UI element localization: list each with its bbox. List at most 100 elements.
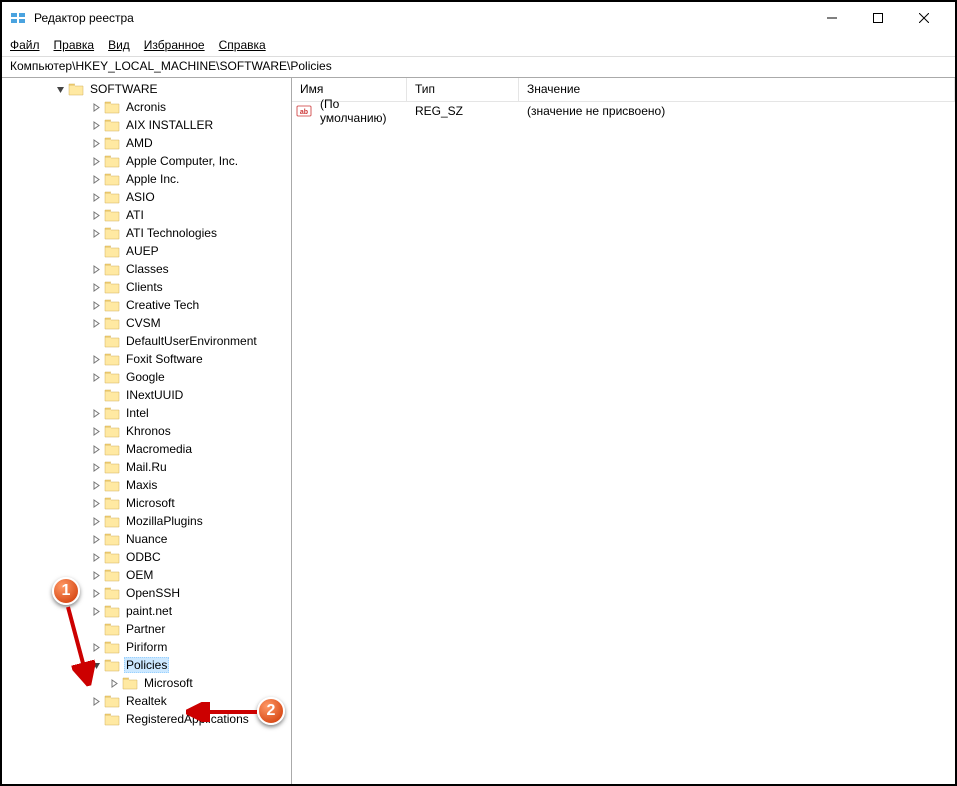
tree-node-oem[interactable]: OEM bbox=[2, 566, 291, 584]
tree-node-microsoft[interactable]: Microsoft bbox=[2, 494, 291, 512]
tree-node-microsoft[interactable]: Microsoft bbox=[2, 674, 291, 692]
tree-node-amd[interactable]: AMD bbox=[2, 134, 291, 152]
titlebar[interactable]: Редактор реестра bbox=[2, 2, 955, 34]
tree-node-label: AIX INSTALLER bbox=[124, 118, 215, 132]
tree-node-policies[interactable]: Policies bbox=[2, 656, 291, 674]
tree-node-realtek[interactable]: Realtek bbox=[2, 692, 291, 710]
tree-node-ati-technologies[interactable]: ATI Technologies bbox=[2, 224, 291, 242]
tree-node-label: OpenSSH bbox=[124, 586, 182, 600]
chevron-right-icon[interactable] bbox=[90, 461, 102, 473]
tree-node-google[interactable]: Google bbox=[2, 368, 291, 386]
chevron-right-icon[interactable] bbox=[90, 605, 102, 617]
tree-node-maxis[interactable]: Maxis bbox=[2, 476, 291, 494]
chevron-right-icon[interactable] bbox=[90, 587, 102, 599]
tree-node-inextuuid[interactable]: INextUUID bbox=[2, 386, 291, 404]
chevron-right-icon[interactable] bbox=[90, 371, 102, 383]
tree-node-label: Maxis bbox=[124, 478, 159, 492]
registry-editor-window: Редактор реестра Файл Правка Вид Избранн… bbox=[0, 0, 957, 786]
maximize-button[interactable] bbox=[855, 3, 901, 33]
tree-node-odbc[interactable]: ODBC bbox=[2, 548, 291, 566]
chevron-right-icon[interactable] bbox=[90, 515, 102, 527]
folder-icon bbox=[104, 208, 120, 222]
chevron-right-icon[interactable] bbox=[90, 281, 102, 293]
folder-icon bbox=[68, 82, 84, 96]
chevron-right-icon[interactable] bbox=[108, 677, 120, 689]
chevron-right-icon[interactable] bbox=[90, 227, 102, 239]
menu-edit[interactable]: Правка bbox=[54, 38, 95, 52]
tree-node-label: AUEP bbox=[124, 244, 161, 258]
chevron-right-icon[interactable] bbox=[90, 137, 102, 149]
chevron-right-icon[interactable] bbox=[90, 443, 102, 455]
window-title: Редактор реестра bbox=[34, 11, 809, 25]
menu-help[interactable]: Справка bbox=[219, 38, 266, 52]
tree-view[interactable]: SOFTWAREAcronis AIX INSTALLER AMDApple Com… bbox=[2, 78, 291, 784]
folder-icon bbox=[104, 460, 120, 474]
tree-node-cvsm[interactable]: CVSM bbox=[2, 314, 291, 332]
tree-node-clients[interactable]: Clients bbox=[2, 278, 291, 296]
tree-node-label: RegisteredApplications bbox=[124, 712, 251, 726]
address-bar[interactable]: Компьютер\HKEY_LOCAL_MACHINE\SOFTWARE\Po… bbox=[2, 56, 955, 78]
tree-node-mozillaplugins[interactable]: MozillaPlugins bbox=[2, 512, 291, 530]
chevron-right-icon[interactable] bbox=[90, 317, 102, 329]
chevron-right-icon[interactable] bbox=[90, 479, 102, 491]
tree-node-apple-computer-inc-[interactable]: Apple Computer, Inc. bbox=[2, 152, 291, 170]
menu-view[interactable]: Вид bbox=[108, 38, 130, 52]
chevron-right-icon[interactable] bbox=[90, 263, 102, 275]
menu-favorites[interactable]: Избранное bbox=[144, 38, 205, 52]
folder-icon bbox=[104, 172, 120, 186]
chevron-right-icon[interactable] bbox=[90, 407, 102, 419]
chevron-right-icon[interactable] bbox=[90, 551, 102, 563]
chevron-right-icon[interactable] bbox=[90, 101, 102, 113]
tree-node-asio[interactable]: ASIO bbox=[2, 188, 291, 206]
tree-node-paint-net[interactable]: paint.net bbox=[2, 602, 291, 620]
chevron-down-icon[interactable] bbox=[54, 83, 66, 95]
tree-node-macromedia[interactable]: Macromedia bbox=[2, 440, 291, 458]
chevron-right-icon[interactable] bbox=[90, 191, 102, 203]
tree-node-partner[interactable]: Partner bbox=[2, 620, 291, 638]
tree-node-foxit-software[interactable]: Foxit Software bbox=[2, 350, 291, 368]
chevron-right-icon[interactable] bbox=[90, 569, 102, 581]
chevron-right-icon[interactable] bbox=[90, 425, 102, 437]
tree-node-label: Google bbox=[124, 370, 167, 384]
tree-node-auep[interactable]: AUEP bbox=[2, 242, 291, 260]
chevron-right-icon[interactable] bbox=[90, 119, 102, 131]
menu-file[interactable]: Файл bbox=[10, 38, 40, 52]
folder-icon bbox=[104, 640, 120, 654]
tree-node-openssh[interactable]: OpenSSH bbox=[2, 584, 291, 602]
chevron-right-icon[interactable] bbox=[90, 173, 102, 185]
tree-node-defaultuserenvironment[interactable]: DefaultUserEnvironment bbox=[2, 332, 291, 350]
chevron-right-icon[interactable] bbox=[90, 209, 102, 221]
chevron-down-icon[interactable] bbox=[90, 659, 102, 671]
chevron-right-icon[interactable] bbox=[90, 155, 102, 167]
tree-node-registeredapplications[interactable]: RegisteredApplications bbox=[2, 710, 291, 728]
tree-node-piriform[interactable]: Piriform bbox=[2, 638, 291, 656]
tree-node-ati[interactable]: ATI bbox=[2, 206, 291, 224]
chevron-right-icon[interactable] bbox=[90, 497, 102, 509]
chevron-right-icon[interactable] bbox=[90, 299, 102, 311]
close-button[interactable] bbox=[901, 3, 947, 33]
tree-node-classes[interactable]: Classes bbox=[2, 260, 291, 278]
tree-node-khronos[interactable]: Khronos bbox=[2, 422, 291, 440]
folder-icon bbox=[104, 496, 120, 510]
tree-node-nuance[interactable]: Nuance bbox=[2, 530, 291, 548]
tree-node-acronis[interactable]: Acronis bbox=[2, 98, 291, 116]
tree-node-intel[interactable]: Intel bbox=[2, 404, 291, 422]
chevron-right-icon[interactable] bbox=[90, 353, 102, 365]
tree-node-apple-inc-[interactable]: Apple Inc. bbox=[2, 170, 291, 188]
folder-icon bbox=[104, 586, 120, 600]
chevron-right-icon[interactable] bbox=[90, 641, 102, 653]
list-row[interactable]: ab(По умолчанию)REG_SZ(значение не присв… bbox=[292, 102, 955, 120]
tree-node-mail-ru[interactable]: Mail.Ru bbox=[2, 458, 291, 476]
tree-node-label: Intel bbox=[124, 406, 151, 420]
spacer bbox=[90, 623, 102, 635]
tree-node-aix-installer[interactable]: AIX INSTALLER bbox=[2, 116, 291, 134]
chevron-right-icon[interactable] bbox=[90, 695, 102, 707]
tree-node-software[interactable]: SOFTWARE bbox=[2, 80, 291, 98]
column-value[interactable]: Значение bbox=[519, 78, 955, 101]
folder-icon bbox=[104, 406, 120, 420]
menubar: Файл Правка Вид Избранное Справка bbox=[2, 34, 955, 56]
chevron-right-icon[interactable] bbox=[90, 533, 102, 545]
column-type[interactable]: Тип bbox=[407, 78, 519, 101]
tree-node-creative-tech[interactable]: Creative Tech bbox=[2, 296, 291, 314]
minimize-button[interactable] bbox=[809, 3, 855, 33]
